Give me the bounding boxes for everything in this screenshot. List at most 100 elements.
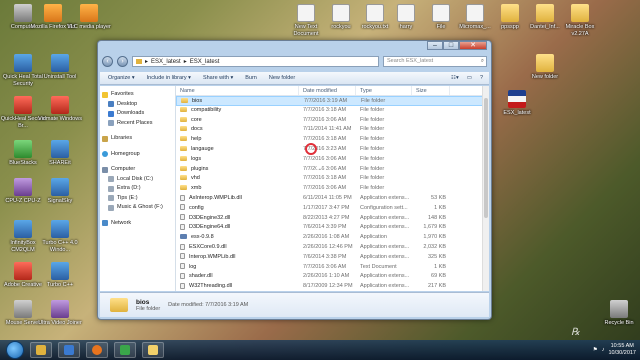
back-button[interactable]: ‹ (102, 56, 113, 67)
taskbar-explorer[interactable] (30, 342, 52, 358)
file-row[interactable]: core 7/7/2016 3:06 AM File folder (176, 116, 489, 126)
nav-recent-places[interactable]: Recent Places (102, 119, 173, 129)
desktop-icon-new-folder[interactable]: New folder (522, 54, 568, 81)
column-type[interactable]: Type (356, 86, 412, 95)
file-name: AxInterop.WMPLib.dll (176, 194, 299, 204)
taskbar-app[interactable] (114, 342, 136, 358)
breadcrumb-root[interactable]: ESX_latest (151, 59, 181, 65)
file-row[interactable]: config 1/17/2017 3:47 PM Configuration set… (176, 204, 489, 214)
close-button[interactable]: ✕ (459, 41, 487, 50)
shortcut-icon (508, 90, 526, 108)
tray-flag-icon[interactable]: ⚑ (593, 347, 598, 353)
file-row[interactable]: esx-0.9.8 2/26/2016 1:08 AM Application 1,9… (176, 233, 489, 243)
minimize-button[interactable]: – (427, 41, 443, 50)
file-row[interactable]: docs 7/11/2014 11:41 AM File folder (176, 125, 489, 135)
volume-icon[interactable]: ♪ (602, 347, 605, 353)
file-date-modified: 1/17/2017 3:47 PM (303, 204, 350, 211)
nav-tips-e[interactable]: Tips (E:) (102, 194, 173, 204)
file-icon (180, 253, 185, 260)
maximize-button[interactable]: □ (443, 41, 459, 50)
help-icon[interactable]: ? (480, 75, 483, 81)
breadcrumb-current[interactable]: ESX_latest (190, 59, 220, 65)
include-in-library-button[interactable]: Include in library ▾ (147, 75, 191, 81)
taskbar-firefox[interactable] (86, 342, 108, 358)
desktop-icon-signalsky[interactable]: SignalSky (37, 178, 83, 205)
file-row[interactable]: Interop.WMPLib.dll 7/6/2014 3:38 PM Applic… (176, 253, 489, 263)
view-options-icon[interactable]: ☷▾ (451, 75, 459, 81)
desktop-icon-miracle-box-v2-27a[interactable]: Miracle Box v2.27A (557, 4, 603, 38)
desktop-icon-label: New folder (531, 74, 559, 80)
desktop-icon-uninstall-tool[interactable]: Uninstall Tool (37, 54, 83, 81)
homegroup-icon (102, 151, 108, 158)
scrollbar-thumb[interactable] (484, 98, 488, 218)
desktop-icon-label: Ultra Video Joiner (38, 320, 82, 326)
new-folder-button[interactable]: New folder (269, 75, 295, 81)
desktop-icon-esx-latest[interactable]: ESX_latest (494, 90, 540, 117)
file-row[interactable]: bios 7/7/2016 3:19 AM File folder (176, 96, 489, 106)
clock[interactable]: 10:55 AM 10/30/2017 (608, 343, 636, 357)
nav-local-disk-c[interactable]: Local Disk (C:) (102, 175, 173, 185)
desktop-icon-ultra-video-joiner[interactable]: Ultra Video Joiner (37, 300, 83, 327)
file-row[interactable]: langauge 7/7/2016 3:23 AM File folder (176, 145, 489, 155)
folder-icon (180, 175, 187, 181)
column-size[interactable]: Size (412, 86, 450, 95)
preview-pane-icon[interactable]: ▭ (467, 75, 472, 81)
desktop-icon-recycle-bin[interactable]: Recycle Bin (596, 300, 640, 327)
shortcut-icon (14, 140, 32, 158)
file-row[interactable]: plugins 7/7/2016 3:06 AM File folder (176, 165, 489, 175)
file-row[interactable]: W32Threading.dll 8/17/2009 12:34 PM Applic… (176, 282, 489, 292)
search-input[interactable]: Search ESX_latest ⌕ (383, 56, 487, 67)
folder-icon (181, 98, 188, 104)
nav-desktop[interactable]: Desktop (102, 100, 173, 110)
desktop-icon-turbo-c-4-0-windo[interactable]: Turbo C++ 4.0 Windo... (37, 220, 83, 254)
file-row[interactable]: vhd 7/7/2016 3:18 AM File folder (176, 174, 489, 184)
column-date-modified[interactable]: Date modified (299, 86, 356, 95)
nav-network[interactable]: Network (102, 219, 173, 229)
nav-music-ghost-f[interactable]: Music & Ghost (F:) (102, 203, 173, 213)
nav-computer[interactable]: Computer (102, 165, 173, 175)
file-row[interactable]: compatibility 7/7/2016 3:18 AM File folder (176, 106, 489, 116)
app-icon (180, 234, 187, 240)
desktop-icon-label: Turbo C++ (46, 282, 74, 288)
file-row[interactable]: shader.dll 2/26/2016 1:10 AM Application e… (176, 272, 489, 282)
file-type: File folder (360, 155, 385, 162)
file-date-modified: 7/7/2016 3:18 AM (303, 175, 347, 182)
forward-button[interactable]: › (117, 56, 128, 67)
nav-downloads[interactable]: Downloads (102, 109, 173, 119)
nav-homegroup[interactable]: Homegroup (102, 150, 173, 160)
shortcut-icon (466, 4, 484, 22)
share-with-button[interactable]: Share with ▾ (203, 75, 233, 81)
file-size: 1 KB (434, 204, 446, 211)
nav-libraries[interactable]: Libraries (102, 134, 173, 144)
desktop-icon-vidmate-windows[interactable]: Vidmate Windows (37, 96, 83, 123)
vertical-scrollbar[interactable] (482, 86, 489, 291)
file-size (412, 125, 450, 135)
file-row[interactable]: logs 7/7/2016 3:06 AM File folder (176, 155, 489, 165)
title-bar[interactable]: – □ ✕ (98, 41, 491, 53)
burn-button[interactable]: Burn (245, 75, 257, 81)
file-row[interactable]: xmb 7/7/2016 3:06 AM File folder (176, 184, 489, 194)
start-button[interactable] (6, 341, 24, 359)
desktop-icon-turbo-c[interactable]: Turbo C++ (37, 262, 83, 289)
desktop-icon-vlc-media-player[interactable]: VLC media player (66, 4, 112, 31)
address-bar[interactable]: ▸ ESX_latest ▸ ESX_latest (132, 56, 379, 67)
shortcut-icon (14, 54, 32, 72)
organize-button[interactable]: Organize ▾ (108, 75, 135, 81)
taskbar-media-player[interactable] (58, 342, 80, 358)
file-type: File folder (360, 165, 385, 172)
file-row[interactable]: ESXCore0.9.dll 2/26/2016 12:46 PM Applicat… (176, 243, 489, 253)
file-row[interactable]: D3DEngine32.dll 8/22/2013 4:27 PM Applicat… (176, 214, 489, 224)
file-row[interactable]: D3DEngine64.dll 7/6/2014 3:39 PM Applicati… (176, 223, 489, 233)
file-type: File folder (360, 175, 385, 182)
file-size (412, 116, 450, 126)
file-row[interactable]: AxInterop.WMPLib.dll 6/11/2014 11:05 PM Ap… (176, 194, 489, 204)
file-row[interactable]: help 7/7/2016 3:18 AM File folder (176, 135, 489, 145)
desktop-icon-shareit[interactable]: SHAREit (37, 140, 83, 167)
nav-favorites[interactable]: Favorites (102, 90, 173, 100)
media-player-icon (64, 345, 74, 355)
file-row[interactable]: log 7/7/2016 3:06 AM Text Document 1 KB (176, 263, 489, 273)
taskbar-windows-explorer-active[interactable] (142, 342, 164, 358)
column-name[interactable]: Name (176, 86, 299, 95)
navigation-pane: Favorites Desktop Downloads Recent Place… (100, 86, 176, 291)
nav-extra-d[interactable]: Extra (D:) (102, 184, 173, 194)
